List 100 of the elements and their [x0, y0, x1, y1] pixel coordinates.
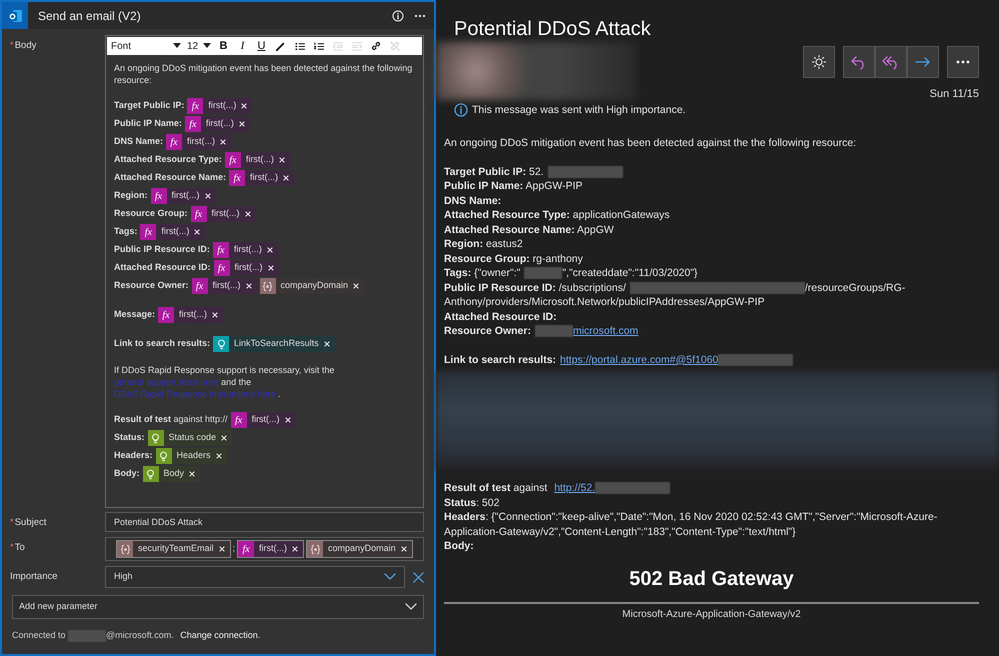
close-icon[interactable]: [238, 121, 245, 127]
dynamic-content-token[interactable]: LinkToSearchResults: [213, 336, 335, 352]
field-label: Resource Group:: [114, 207, 188, 220]
link[interactable]: http://52.: [554, 482, 596, 494]
redaction-block: [68, 630, 106, 642]
close-icon[interactable]: [241, 103, 248, 109]
function-icon: fx: [192, 278, 208, 294]
caret-icon: [203, 43, 211, 49]
email-line: DNS Name:: [444, 194, 502, 208]
field-label: Body:: [114, 467, 140, 480]
close-icon[interactable]: [400, 546, 407, 552]
close-icon[interactable]: [283, 175, 290, 181]
redaction-block: [534, 325, 573, 338]
connection-text: Connected to @microsoft.com. Change connection.: [12, 629, 262, 642]
link[interactable]: Change connection.: [180, 630, 260, 640]
server-name: Microsoft-Azure-Application-Gateway/v2: [621, 608, 802, 622]
bulb-icon: [142, 466, 158, 482]
chevron-icon[interactable]: [405, 603, 417, 611]
dynamic-content-token[interactable]: fx first(...): [192, 278, 257, 294]
function-icon: fx: [229, 170, 246, 186]
email-line: An ongoing DDoS mitigation event has been detected against the the following resource:: [444, 136, 858, 151]
importance-dropdown[interactable]: High: [105, 566, 405, 588]
dynamic-content-token[interactable]: fx first(...): [230, 412, 296, 428]
close-icon[interactable]: [212, 312, 218, 318]
dynamic-content-token[interactable]: companyDomain: [306, 540, 413, 558]
email-line: Tags: {"owner":" ","createddate":"11/03/2020"}: [444, 266, 699, 281]
close-icon[interactable]: [218, 546, 225, 552]
dynamic-content-token[interactable]: Headers: [156, 448, 227, 464]
dynamic-content-token[interactable]: fx first(...): [224, 152, 290, 168]
size-dropdown[interactable]: 12: [187, 38, 211, 54]
dynamic-content-token[interactable]: Body: [142, 466, 200, 482]
close-icon[interactable]: [221, 435, 228, 441]
underline-button[interactable]: U: [255, 39, 268, 53]
reply-all-button[interactable]: [875, 46, 907, 78]
close-icon[interactable]: [284, 417, 291, 423]
body-text: against http://: [172, 413, 228, 426]
dynamic-content-token[interactable]: fx first(...): [214, 260, 279, 276]
dynamic-content-token[interactable]: fx first(...): [184, 116, 250, 132]
close-icon[interactable]: [246, 283, 252, 289]
dynamic-content-token[interactable]: fx first(...): [140, 224, 206, 240]
dynamic-content-token[interactable]: fx first(...): [187, 98, 252, 114]
token-label: first(...): [234, 243, 262, 256]
email-line: Resource Group: rg-anthony: [444, 252, 584, 266]
function-icon: fx: [140, 224, 156, 240]
close-icon[interactable]: [324, 341, 330, 347]
token-label: LinkToSearchResults: [234, 337, 319, 350]
close-icon[interactable]: [353, 283, 360, 289]
chevron-icon[interactable]: [384, 573, 396, 581]
more-icon[interactable]: [414, 14, 426, 18]
reply-button[interactable]: [843, 46, 875, 78]
dynamic-content-token[interactable]: fx first(...): [150, 188, 216, 204]
dynamic-content-token[interactable]: fx first(...): [166, 134, 232, 150]
field-label: *Body: [10, 40, 36, 51]
dynamic-content-token[interactable]: Status code: [148, 430, 232, 446]
close-icon[interactable]: [204, 193, 210, 199]
close-icon[interactable]: [268, 265, 274, 271]
close-icon[interactable]: [266, 247, 273, 253]
clear-icon[interactable]: [413, 572, 424, 582]
bulb-icon: [156, 448, 172, 464]
close-icon[interactable]: [194, 229, 200, 235]
email-date: Sun 11/15: [930, 87, 979, 102]
link[interactable]: microsoft.com: [572, 325, 638, 338]
dynamic-content-token[interactable]: fx first(...): [158, 307, 224, 323]
close-icon[interactable]: [292, 546, 298, 552]
email-line: Result of test against http://52.: [444, 481, 979, 496]
close-icon[interactable]: [220, 139, 226, 145]
bold-button[interactable]: B: [217, 39, 230, 53]
email-line: Public IP Name: AppGW-PIP: [444, 179, 584, 194]
add-parameter-dropdown[interactable]: Add new parameter: [12, 595, 424, 619]
dynamic-content-token[interactable]: securityTeamEmail: [116, 540, 231, 558]
email-line: Body:: [444, 539, 475, 554]
email-subject: Potential DDoS Attack: [454, 17, 652, 42]
token-label: first(...): [252, 413, 280, 426]
close-icon[interactable]: [216, 453, 222, 459]
caret-icon: [173, 43, 181, 49]
importance-notice: This message was sent with High importance.: [472, 102, 686, 118]
italic-button[interactable]: I: [236, 39, 249, 53]
to-field[interactable]: securityTeamEmail ; fx first(...) companyDomain: [105, 537, 424, 561]
forward-button[interactable]: [907, 46, 939, 78]
dynamic-content-token[interactable]: fx first(...): [190, 206, 256, 222]
dynamic-content-token[interactable]: fx first(...): [212, 242, 278, 258]
dynamic-content-token[interactable]: fx first(...): [229, 170, 294, 186]
link-icon[interactable]: [369, 39, 382, 53]
dynamic-content-token[interactable]: companyDomain: [260, 278, 364, 294]
dynamic-content-token[interactable]: fx first(...): [237, 540, 304, 558]
close-icon[interactable]: [278, 157, 285, 163]
info-icon[interactable]: [392, 10, 404, 22]
token-label: companyDomain: [328, 542, 396, 556]
separator-text: ;: [232, 542, 236, 556]
brightness-button[interactable]: [803, 46, 835, 78]
font-dropdown[interactable]: Font: [111, 38, 181, 54]
field-label: Tags:: [114, 225, 138, 238]
subject-field[interactable]: Potential DDoS Attack: [105, 512, 424, 532]
more-button[interactable]: [947, 46, 979, 78]
close-icon[interactable]: [189, 471, 196, 477]
link[interactable]: https://portal.azure.com#@5f1060: [560, 354, 718, 366]
token-label: first(...): [206, 117, 234, 130]
token-label: first(...): [259, 542, 288, 556]
rich-text-editor[interactable]: [105, 35, 424, 508]
close-icon[interactable]: [244, 211, 251, 217]
